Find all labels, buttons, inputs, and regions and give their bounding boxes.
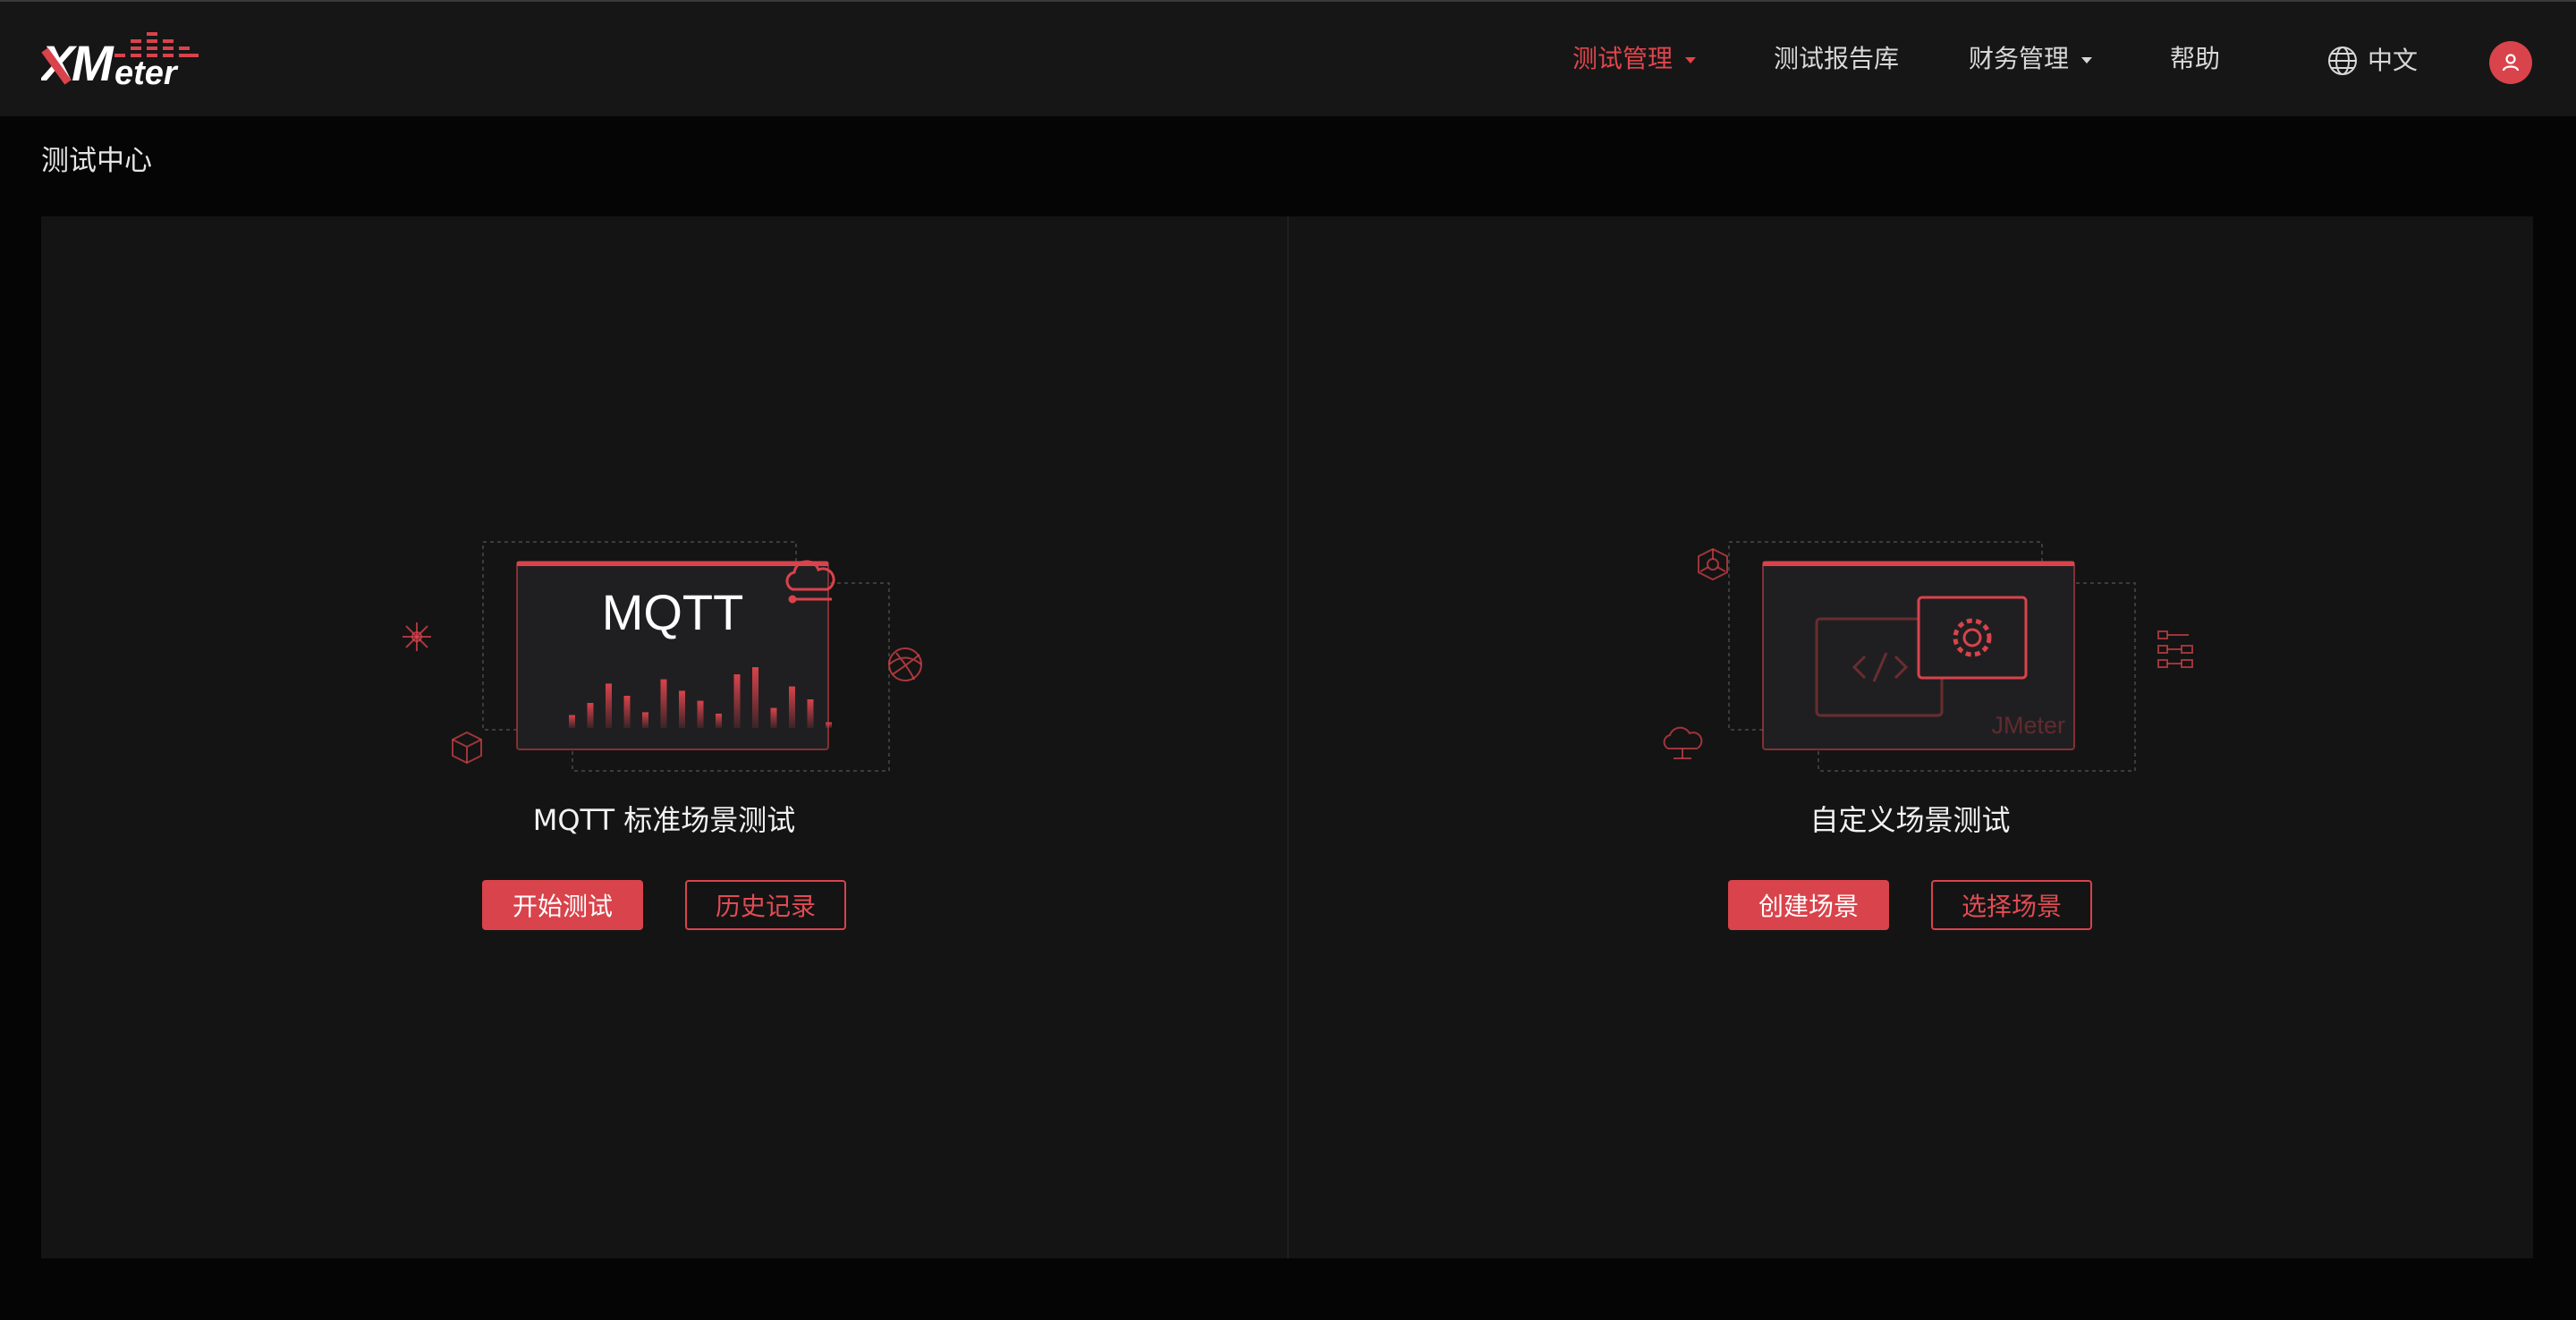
planet-icon <box>888 647 922 681</box>
mqtt-bar <box>569 715 575 728</box>
user-avatar[interactable] <box>2489 41 2532 84</box>
nav-test-report-library[interactable]: 测试报告库 <box>1774 41 1899 77</box>
language-label: 中文 <box>2368 46 2419 75</box>
box-icon <box>452 731 482 765</box>
flow-diagram-icon <box>2157 630 2193 668</box>
mqtt-bar <box>623 696 631 728</box>
nav-finance-management[interactable]: 财务管理 <box>1969 41 2093 77</box>
mqtt-illustration-label: MQTT <box>602 584 744 640</box>
chevron-down-icon <box>2081 56 2093 63</box>
mqtt-bar <box>679 690 685 728</box>
mqtt-bar <box>587 703 594 728</box>
mqtt-illustration: MQTT <box>402 541 922 772</box>
user-icon <box>2502 54 2520 72</box>
mqtt-bar <box>660 679 667 728</box>
mqtt-bar <box>770 707 777 728</box>
svg-text:eter: eter <box>114 55 179 91</box>
mqtt-bar <box>807 699 814 728</box>
mqtt-bar <box>697 700 704 728</box>
xmeter-logo[interactable]: X M eter <box>41 29 207 91</box>
mqtt-bar <box>789 686 795 728</box>
nav-test-management-label: 测试管理 <box>1572 44 1674 73</box>
page-title: 测试中心 <box>41 145 152 177</box>
mqtt-scenario-card: MQTT MQTT 标准场景测试 开始测试 历史记录 <box>41 216 1287 1258</box>
create-scenario-button[interactable]: 创建场景 <box>1728 880 1889 930</box>
top-nav-bar: X M eter 测试管理 测试报告库 财务管理 帮助 中文 <box>0 0 2576 116</box>
custom-scenario-card: JMeter 自定义场景测试 创建场景 选择场景 <box>1287 216 2533 1258</box>
nav-help-label: 帮助 <box>2170 44 2221 73</box>
nav-help[interactable]: 帮助 <box>2170 41 2220 77</box>
hexagon-network-icon <box>1698 547 1728 581</box>
mqtt-bar <box>642 712 648 728</box>
mqtt-bar <box>826 722 832 728</box>
nav-test-report-library-label: 测试报告库 <box>1774 44 1900 73</box>
nav-finance-management-label: 财务管理 <box>1969 44 2070 73</box>
test-center-panel: MQTT MQTT 标准场景测试 开始测试 历史记录 JMeter 自定义场景测… <box>41 216 2533 1258</box>
language-switcher[interactable]: 中文 <box>2326 43 2418 79</box>
nav-test-management[interactable]: 测试管理 <box>1572 41 1697 77</box>
settings-window-icon <box>1917 596 2028 680</box>
mqtt-bar <box>733 674 741 728</box>
mqtt-bar <box>606 683 612 728</box>
mqtt-card-title: MQTT 标准场景测试 <box>532 803 796 837</box>
jmeter-illustration-label: JMeter <box>1991 712 2065 739</box>
mqtt-bar <box>716 714 722 728</box>
svg-text:M: M <box>72 35 114 91</box>
cloud-outline-icon <box>1663 726 1703 759</box>
globe-icon <box>2328 47 2357 75</box>
network-node-icon <box>402 622 431 651</box>
start-test-button[interactable]: 开始测试 <box>482 880 643 930</box>
select-scenario-button[interactable]: 选择场景 <box>1931 880 2092 930</box>
mqtt-bar <box>752 667 758 728</box>
history-records-button[interactable]: 历史记录 <box>685 880 846 930</box>
custom-card-title: 自定义场景测试 <box>1809 803 2011 837</box>
chevron-down-icon <box>1685 56 1697 63</box>
custom-scenario-illustration: JMeter <box>1663 541 2193 772</box>
